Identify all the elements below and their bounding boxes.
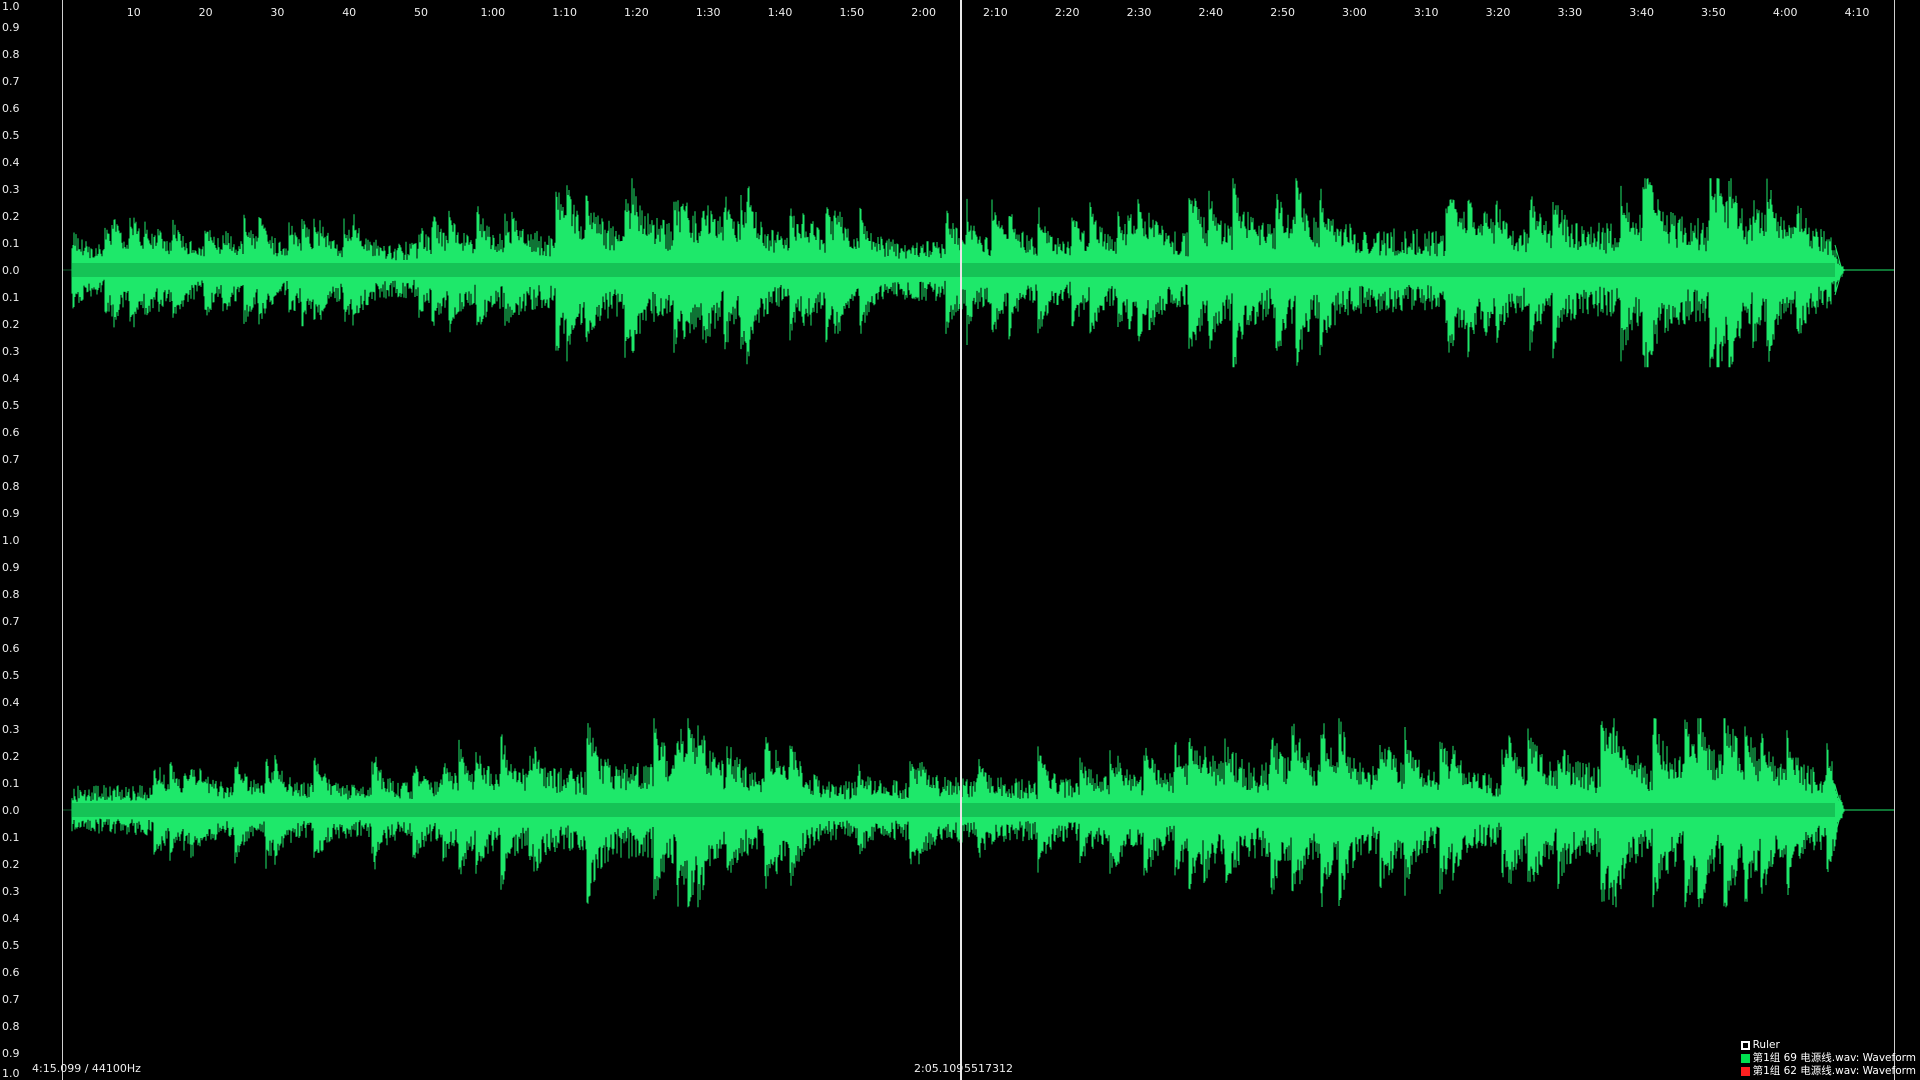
time-tick-label: 4:00 — [1772, 6, 1798, 19]
amplitude-tick-label: 0.4 — [2, 156, 20, 169]
time-tick-label: 40 — [342, 6, 357, 19]
time-tick-label: 1:30 — [695, 6, 721, 19]
amplitude-tick-label: 0.3 — [2, 345, 20, 358]
time-tick-label: 4:10 — [1844, 6, 1870, 19]
playhead-cursor[interactable] — [960, 0, 962, 1080]
legend-item-waveform-62[interactable]: 第1组 62 电源线.wav: Waveform — [1740, 1065, 1916, 1078]
legend-item-waveform-69[interactable]: 第1组 69 电源线.wav: Waveform — [1740, 1052, 1916, 1065]
legend-item-ruler[interactable]: Ruler — [1740, 1039, 1916, 1052]
time-tick-label: 2:20 — [1054, 6, 1080, 19]
amplitude-tick-label: 0.8 — [2, 480, 20, 493]
amplitude-tick-label: 1.0 — [2, 1067, 20, 1080]
amplitude-tick-label: 0.3 — [2, 183, 20, 196]
amplitude-tick-label: 0.1 — [2, 777, 20, 790]
track-start-line — [62, 0, 63, 1080]
amplitude-tick-label: 0.3 — [2, 885, 20, 898]
amplitude-tick-label: 0.7 — [2, 453, 20, 466]
amplitude-tick-label: 0.0 — [2, 264, 20, 277]
amplitude-tick-label: 0.5 — [2, 399, 20, 412]
time-tick-label: 3:20 — [1485, 6, 1511, 19]
waveform-channel-right — [62, 718, 1894, 908]
amplitude-tick-label: 0.1 — [2, 831, 20, 844]
amplitude-tick-label: 0.6 — [2, 966, 20, 979]
time-tick-label: 1:10 — [552, 6, 577, 19]
time-tick-label: 2:30 — [1126, 6, 1152, 19]
amplitude-tick-label: 0.5 — [2, 129, 20, 142]
time-tick-label: 1:20 — [624, 6, 649, 19]
time-tick-label: 2:00 — [911, 6, 936, 19]
time-tick-label: 3:10 — [1413, 6, 1439, 19]
amplitude-tick-label: 0.4 — [2, 912, 20, 925]
red-swatch-icon — [1740, 1067, 1750, 1076]
amplitude-tick-label: 1.0 — [2, 0, 20, 13]
waveform-channel-left — [62, 178, 1894, 368]
time-tick-label: 10 — [126, 6, 141, 19]
legend-label: Ruler — [1752, 1039, 1780, 1051]
amplitude-tick-label: 0.5 — [2, 939, 20, 952]
green-swatch-icon — [1740, 1054, 1750, 1063]
amplitude-tick-label: 0.7 — [2, 993, 20, 1006]
time-tick-label: 2:40 — [1198, 6, 1224, 19]
amplitude-tick-label: 0.3 — [2, 723, 20, 736]
time-tick-label: 1:00 — [480, 6, 506, 19]
amplitude-tick-label: 0.7 — [2, 615, 20, 628]
amplitude-tick-label: 0.9 — [2, 21, 20, 34]
amplitude-tick-label: 0.6 — [2, 642, 20, 655]
amplitude-tick-label: 0.4 — [2, 696, 20, 709]
amplitude-tick-label: 0.8 — [2, 588, 20, 601]
amplitude-tick-label: 0.6 — [2, 102, 20, 115]
amplitude-tick-label: 0.2 — [2, 858, 20, 871]
amplitude-tick-label: 0.9 — [2, 561, 20, 574]
amplitude-tick-label: 0.9 — [2, 1047, 20, 1060]
cursor-sample-readout: 5517312 — [964, 1062, 1013, 1075]
waveform-view[interactable]: 1.0 0.9 0.8 0.7 0.6 0.5 0.4 0.3 0.2 0.1 0.0 0.1 0.2 0… — [0, 0, 1920, 1080]
amplitude-tick-label: 0.0 — [2, 804, 20, 817]
time-tick-label: 1:40 — [767, 6, 793, 19]
amplitude-tick-label: 0.5 — [2, 669, 20, 682]
amplitude-tick-label: 0.1 — [2, 291, 20, 304]
time-tick-label: 1:50 — [839, 6, 865, 19]
time-tick-label: 3:00 — [1342, 6, 1367, 19]
time-tick-label: 3:40 — [1629, 6, 1654, 19]
time-tick-label: 3:30 — [1557, 6, 1583, 19]
amplitude-tick-label: 0.8 — [2, 1020, 20, 1033]
time-tick-label: 30 — [270, 6, 285, 19]
ruler-swatch-icon — [1740, 1041, 1750, 1050]
time-tick-label: 3:50 — [1701, 6, 1726, 19]
amplitude-axis: 1.0 0.9 0.8 0.7 0.6 0.5 0.4 0.3 0.2 0.1 0.0 0.1 0.2 0… — [0, 0, 24, 1080]
legend-label: 第1组 69 电源线.wav: Waveform — [1752, 1052, 1916, 1064]
time-tick-label: 2:50 — [1270, 6, 1295, 19]
amplitude-tick-label: 0.7 — [2, 75, 20, 88]
amplitude-tick-label: 0.2 — [2, 210, 20, 223]
duration-samplerate-readout: 4:15.099 / 44100Hz — [32, 1062, 141, 1075]
time-tick-label: 20 — [198, 6, 213, 19]
amplitude-tick-label: 0.1 — [2, 237, 20, 250]
time-tick-label: 2:10 — [983, 6, 1008, 19]
amplitude-tick-label: 0.9 — [2, 507, 20, 520]
cursor-time-readout: 2:05.109 — [914, 1062, 964, 1075]
time-tick-label: 50 — [414, 6, 428, 19]
amplitude-tick-label: 0.2 — [2, 318, 20, 331]
track-end-line — [1894, 0, 1895, 1080]
amplitude-tick-label: 0.8 — [2, 48, 20, 61]
amplitude-tick-label: 0.6 — [2, 426, 20, 439]
amplitude-tick-label: 1.0 — [2, 534, 20, 547]
amplitude-tick-label: 0.4 — [2, 372, 20, 385]
legend-label: 第1组 62 电源线.wav: Waveform — [1752, 1065, 1916, 1077]
amplitude-tick-label: 0.2 — [2, 750, 20, 763]
legend: Ruler 第1组 69 电源线.wav: Waveform 第1组 62 电源… — [1740, 1039, 1916, 1078]
